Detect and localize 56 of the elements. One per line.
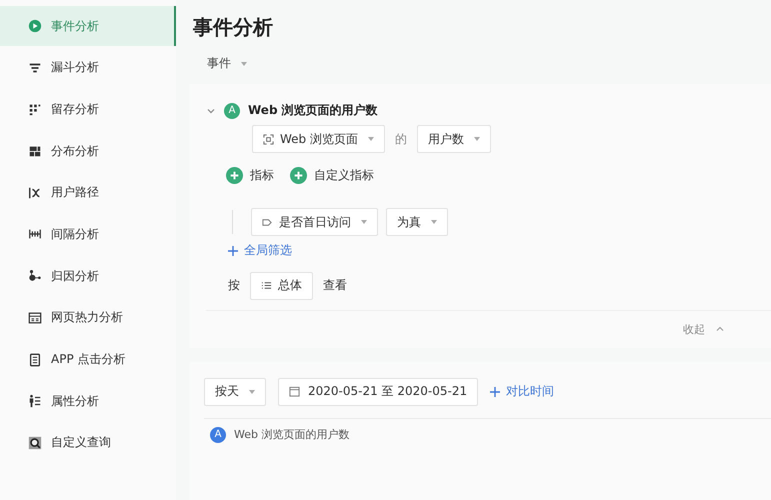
measure-dropdown[interactable]: 用户数 [416, 125, 491, 153]
global-filter-link[interactable]: 全局筛选 [228, 242, 292, 259]
sidebar-item[interactable]: 间隔分析 [0, 214, 176, 254]
event-dropdown[interactable]: Web 浏览页面 [252, 125, 385, 153]
plus-circle-icon [290, 167, 307, 184]
view-label: 查看 [323, 277, 347, 294]
plus-icon [490, 386, 500, 396]
group-by-dropdown[interactable]: 总体 [250, 272, 313, 300]
caret-icon [241, 62, 247, 66]
window-icon [28, 310, 42, 325]
sidebar-item[interactable]: 留存分析 [0, 89, 176, 130]
person-list-icon [28, 394, 42, 408]
sidebar-item[interactable]: 用户路径 [0, 172, 176, 213]
caret-icon [361, 220, 367, 224]
sidebar-item[interactable]: 分布分析 [0, 131, 176, 172]
operator-dropdown[interactable]: 为真 [386, 208, 448, 236]
legend-label: Web 浏览页面的用户数 [234, 427, 350, 442]
group-by-label: 按 [228, 277, 240, 294]
interval-icon [28, 227, 42, 242]
add-metric-button[interactable]: 指标 [226, 167, 274, 184]
sidebar-item[interactable]: 属性分析 [0, 381, 176, 422]
caret-icon [431, 220, 437, 224]
metric-badge: A [224, 102, 240, 118]
sidebar-item[interactable]: 归因分析 [0, 256, 176, 296]
plus-icon [228, 246, 238, 256]
grid-icon [28, 102, 42, 116]
phone-icon [28, 352, 42, 366]
caret-icon [368, 137, 374, 141]
plus-circle-icon [226, 167, 243, 184]
date-range-picker[interactable]: 2020-05-21 至 2020-05-21 [278, 378, 478, 406]
frame-icon [263, 134, 274, 144]
connector-text: 的 [394, 130, 407, 148]
caret-icon [474, 137, 480, 141]
sidebar-item[interactable]: 网页热力分析 [0, 298, 176, 338]
metric-name: Web 浏览页面的用户数 [248, 102, 378, 119]
calendar-icon [289, 386, 300, 397]
funnel-icon [28, 60, 42, 75]
grid-icon [28, 144, 42, 158]
sidebar-item[interactable]: APP 点击分析 [0, 340, 176, 380]
legend-badge: A [210, 426, 226, 442]
list-icon [261, 280, 272, 291]
property-dropdown[interactable]: 是否首日访问 [251, 208, 378, 236]
nodes-icon [28, 269, 42, 284]
play-circle-icon [28, 19, 42, 33]
search-icon [28, 436, 42, 450]
caret-icon [249, 390, 255, 394]
tag-icon [262, 216, 273, 228]
sidebar-item[interactable]: 事件分析 [0, 6, 176, 46]
page-title: 事件分析 [193, 14, 274, 41]
granularity-dropdown[interactable]: 按天 [204, 378, 266, 406]
path-icon [28, 186, 42, 200]
add-metric-button[interactable]: 自定义指标 [290, 167, 374, 184]
sidebar-item[interactable]: 自定义查询 [0, 422, 176, 463]
event-type-dropdown[interactable]: 事件 [207, 55, 247, 72]
compare-time-link[interactable]: 对比时间 [490, 383, 554, 400]
sidebar-item[interactable]: 漏斗分析 [0, 48, 176, 88]
